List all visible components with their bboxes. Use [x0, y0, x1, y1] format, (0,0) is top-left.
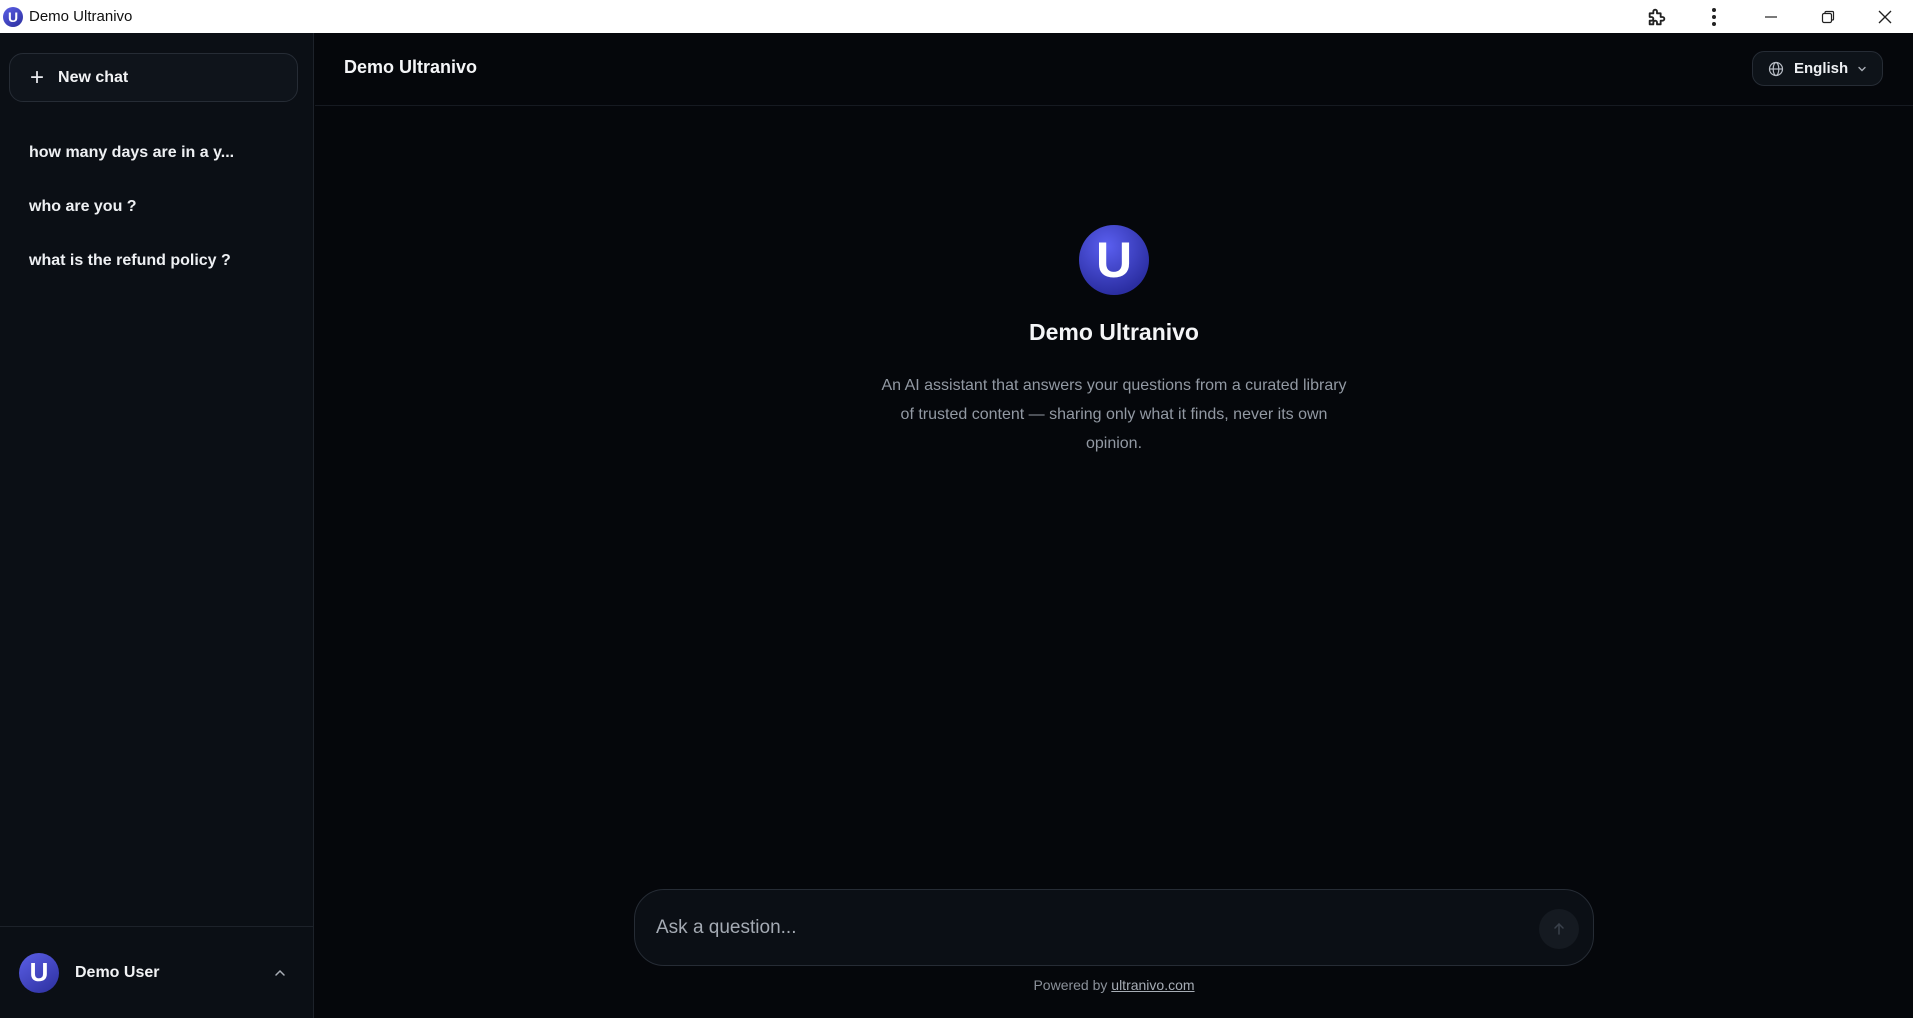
minimize-button[interactable]	[1742, 0, 1799, 33]
chat-history-list: how many days are in a y... who are you …	[0, 126, 313, 288]
powered-by-link[interactable]: ultranivo.com	[1111, 977, 1194, 993]
chat-history-label: who are you ?	[29, 198, 137, 215]
user-menu-toggle[interactable]: U Demo User	[0, 926, 313, 1018]
extension-button[interactable]	[1628, 0, 1685, 33]
chat-history-item[interactable]: how many days are in a y...	[0, 126, 313, 180]
powered-by-prefix: Powered by	[1033, 977, 1112, 993]
new-chat-button[interactable]: + New chat	[9, 53, 298, 102]
assistant-logo: U	[1079, 225, 1149, 295]
language-label: English	[1794, 60, 1849, 77]
close-icon	[1878, 10, 1891, 23]
user-name: Demo User	[75, 963, 160, 981]
chevron-down-icon	[1858, 66, 1866, 71]
language-selector[interactable]: English	[1752, 51, 1883, 86]
restore-icon	[1821, 10, 1834, 23]
window-controls	[1628, 0, 1913, 33]
close-window-button[interactable]	[1856, 0, 1913, 33]
chat-history-label: what is the refund policy ?	[29, 252, 231, 269]
restore-button[interactable]	[1799, 0, 1856, 33]
main-panel: Demo Ultranivo English U Demo Ultranivo …	[315, 33, 1913, 1018]
composer	[634, 889, 1594, 966]
plus-icon: +	[30, 63, 45, 91]
window-titlebar: U Demo Ultranivo	[0, 0, 1913, 33]
chevron-up-icon	[275, 969, 285, 976]
window-title: Demo Ultranivo	[29, 8, 133, 25]
chat-history-item[interactable]: who are you ?	[0, 180, 313, 234]
new-chat-label: New chat	[58, 68, 129, 86]
app-logo-icon: U	[3, 6, 23, 27]
extension-icon	[1648, 8, 1665, 25]
kebab-menu-icon	[1711, 7, 1716, 26]
powered-by: Powered by ultranivo.com	[315, 977, 1913, 993]
chat-history-item[interactable]: what is the refund policy ?	[0, 234, 313, 288]
assistant-description: An AI assistant that answers your questi…	[881, 377, 1347, 452]
send-button[interactable]	[1539, 909, 1579, 949]
assistant-title: Demo Ultranivo	[1029, 319, 1199, 345]
kebab-menu-button[interactable]	[1685, 0, 1742, 33]
sidebar: + New chat how many days are in a y... w…	[0, 33, 314, 1018]
avatar: U	[19, 952, 59, 993]
globe-icon	[1768, 61, 1784, 76]
page-title: Demo Ultranivo	[344, 57, 478, 77]
chat-history-label: how many days are in a y...	[29, 144, 235, 161]
arrow-up-icon	[1554, 922, 1564, 935]
minimize-icon	[1764, 15, 1777, 18]
question-input[interactable]	[656, 916, 1506, 939]
header: Demo Ultranivo English	[315, 33, 1913, 106]
